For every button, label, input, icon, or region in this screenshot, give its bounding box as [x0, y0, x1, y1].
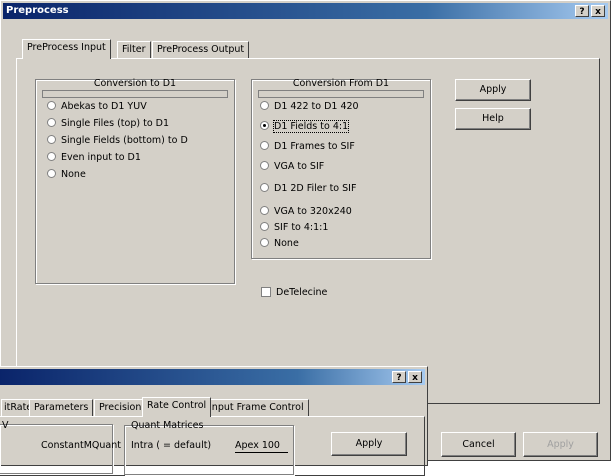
window-title: Preprocess [6, 5, 69, 16]
radio-none-from[interactable]: None [260, 237, 299, 250]
radio-abekas[interactable]: Abekas to D1 YUV [47, 100, 147, 113]
intra-label: Intra ( = default) [131, 440, 212, 451]
group-title: Conversion From D1 [292, 78, 390, 89]
radio-icon [260, 141, 269, 150]
radio-icon [47, 118, 56, 127]
radio-none-to[interactable]: None [47, 168, 86, 181]
title-bar: ? x [0, 369, 425, 385]
radio-icon [47, 152, 56, 161]
radio-vga-to-sif[interactable]: VGA to SIF [260, 160, 324, 173]
radio-d1-2d-filter-to-sif[interactable]: D1 2D Filer to SIF [260, 182, 356, 195]
radio-single-fields-bottom[interactable]: Single Fields (bottom) to D [47, 134, 188, 147]
radio-even-input[interactable]: Even input to D1 [47, 151, 141, 164]
radio-icon [260, 161, 269, 170]
tab-label: Input Frame Control [209, 402, 304, 413]
radio-label: D1 2D Filer to SIF [274, 183, 357, 194]
radio-icon [47, 135, 56, 144]
radio-label: D1 Frames to SIF [274, 141, 355, 152]
checkbox-label: DeTelecine [276, 287, 328, 298]
close-icon[interactable]: x [591, 5, 605, 17]
cancel-button[interactable]: Cancel [441, 432, 516, 457]
tab-label: Filter [122, 44, 146, 55]
radio-icon [47, 169, 56, 178]
tab-rate-control[interactable]: Rate Control [142, 397, 212, 417]
quant-matrices-title: Quant Matrices [131, 420, 204, 431]
tab-label: Parameters [34, 402, 89, 413]
radio-sif-to-411[interactable]: SIF to 4:1:1 [260, 221, 328, 234]
tab-label: PreProcess Input [27, 42, 106, 53]
help-button[interactable]: Help [455, 108, 531, 130]
radio-label: SIF to 4:1:1 [274, 222, 329, 233]
tab-label: itRate [4, 402, 33, 413]
radio-label: None [61, 169, 86, 180]
checkbox-icon [261, 286, 271, 297]
radio-single-files-top[interactable]: Single Files (top) to D1 [47, 117, 169, 130]
group-title-bar [258, 90, 424, 98]
tab-input-frame-control[interactable]: Input Frame Control [204, 399, 309, 417]
tab-parameters[interactable]: Parameters [29, 399, 94, 417]
radio-icon [47, 101, 56, 110]
radio-d1-422-to-420[interactable]: D1 422 to D1 420 [260, 100, 359, 113]
tab-filter[interactable]: Filter [117, 41, 151, 59]
constant-quant-label: ConstantMQuant [41, 440, 121, 451]
radio-label: Single Fields (bottom) to D [61, 135, 188, 146]
radio-icon [260, 222, 269, 231]
radio-d1-frames-to-sif[interactable]: D1 Frames to SIF [260, 140, 355, 153]
apply-button[interactable]: Apply [331, 432, 407, 456]
tab-label: Precision [99, 402, 142, 413]
radio-label: Abekas to D1 YUV [61, 101, 147, 112]
tab-precision[interactable]: Precision [94, 399, 147, 417]
help-icon[interactable]: ? [575, 5, 589, 17]
radio-label: VGA to SIF [274, 161, 325, 172]
radio-label: VGA to 320x240 [274, 206, 352, 217]
radio-label: D1 422 to D1 420 [274, 101, 359, 112]
radio-icon [260, 238, 269, 247]
radio-label: D1 Fields to 4:1 [272, 120, 350, 133]
help-icon[interactable]: ? [392, 371, 406, 383]
group-title: Conversion to D1 [93, 78, 177, 89]
radio-label: Single Files (top) to D1 [61, 118, 170, 129]
tab-label: Rate Control [147, 400, 207, 411]
radio-d1-fields-to-411[interactable]: D1 Fields to 4:1 [260, 120, 350, 133]
tab-preprocess-input[interactable]: PreProcess Input [22, 39, 111, 59]
radio-icon [260, 183, 269, 192]
intra-value-field[interactable]: Apex 100 [235, 439, 288, 453]
radio-label: Even input to D1 [61, 152, 141, 163]
tab-label: PreProcess Output [157, 44, 245, 55]
encoder-settings-window: ? x itRate Parameters Precision Rate Con… [0, 366, 428, 476]
radio-icon [260, 101, 269, 110]
detelecine-checkbox[interactable]: DeTelecine [261, 286, 327, 299]
close-icon[interactable]: x [408, 371, 422, 383]
apply-button[interactable]: Apply [455, 79, 531, 101]
apply-bottom-button: Apply [523, 432, 598, 457]
title-bar: Preprocess ? x [3, 3, 608, 19]
left-group-label: V [2, 420, 9, 431]
group-title-bar [42, 90, 228, 98]
tab-preprocess-output[interactable]: PreProcess Output [152, 41, 250, 59]
radio-vga-to-320x240[interactable]: VGA to 320x240 [260, 205, 352, 218]
radio-selected-icon [260, 121, 269, 130]
radio-icon [260, 206, 269, 215]
radio-label: None [274, 238, 299, 249]
